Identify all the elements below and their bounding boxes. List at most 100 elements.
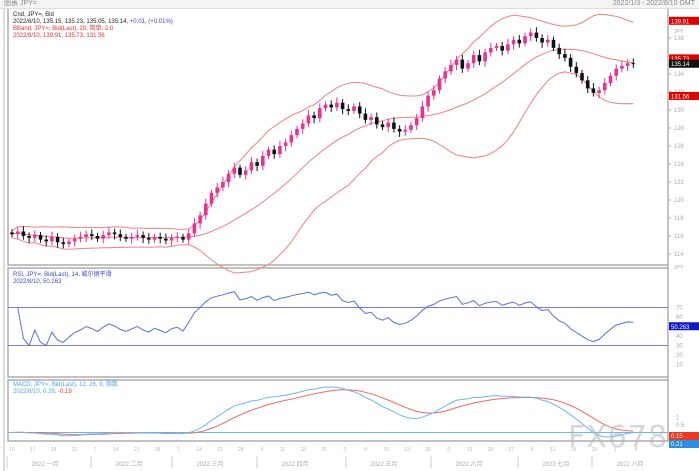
candle-body: [323, 104, 328, 109]
candle-body: [580, 73, 584, 81]
day-tick-label: 25: [321, 447, 327, 453]
candle-body: [546, 39, 550, 43]
candle-body: [631, 63, 636, 65]
candle-body: [329, 104, 333, 108]
day-tick-label: 7: [94, 447, 97, 453]
day-tick-label: 4: [531, 447, 534, 453]
candle-body: [449, 65, 453, 72]
day-tick-label: 9: [364, 447, 367, 453]
candle-body: [50, 236, 54, 242]
candle-body: [352, 106, 356, 111]
candle-body: [181, 236, 185, 240]
day-tick-label: 4: [260, 447, 263, 453]
candle-body: [84, 234, 88, 237]
candle-body: [420, 106, 425, 119]
rsi-tick-label: 60: [676, 315, 683, 321]
candle-body: [215, 187, 219, 193]
candle-body: [175, 236, 180, 238]
candle-body: [141, 235, 145, 238]
month-label: 2022 五月: [370, 461, 397, 468]
candle-body: [295, 128, 299, 136]
candle-body: [232, 167, 237, 174]
candle-body: [489, 47, 493, 53]
day-tick-label: 10: [9, 447, 15, 453]
candle-body: [147, 237, 151, 240]
candle-body: [466, 63, 470, 69]
candle-body: [403, 129, 408, 132]
day-tick-label: 31: [72, 447, 78, 453]
month-label: 2022 一月: [31, 461, 58, 468]
price-tick-label: 124: [674, 162, 685, 168]
price-tag-label: 139.91: [671, 19, 690, 25]
candle-body: [557, 47, 561, 55]
candle-body: [78, 236, 83, 239]
candle-body: [44, 239, 48, 242]
candle-body: [266, 149, 271, 156]
candle-body: [169, 237, 174, 241]
candle-body: [369, 117, 373, 120]
candle-body: [312, 115, 316, 119]
day-tick-label: 18: [300, 447, 306, 453]
candle-body: [243, 170, 248, 175]
candle-body: [101, 235, 105, 239]
macd-tag-label: 0.15: [671, 434, 683, 440]
price-tick-label: 114: [674, 252, 684, 258]
candle-body: [283, 142, 288, 146]
day-tick-label: 28: [238, 447, 244, 453]
price-tick-label: 118: [674, 216, 684, 222]
rsi-legend-values: 2022/8/10, 50.263: [13, 279, 62, 285]
candle-body: [460, 59, 465, 69]
candle-body: [471, 55, 476, 64]
candle-body: [21, 231, 26, 236]
price-tag-label: 131.56: [671, 94, 690, 100]
candle-body: [603, 83, 607, 91]
candle-body: [432, 90, 436, 96]
day-tick-label: 23: [404, 447, 410, 453]
candle-body: [300, 123, 305, 129]
candle-body: [340, 102, 345, 110]
candle-body: [454, 59, 459, 65]
candle-body: [10, 232, 14, 235]
price-tick-label: 128: [674, 126, 685, 132]
candle-body: [568, 57, 573, 67]
month-label: 2022 三月: [196, 461, 223, 468]
candle-body: [494, 46, 499, 48]
candle-body: [27, 236, 31, 238]
candle-body: [414, 118, 419, 126]
candle-body: [563, 54, 567, 58]
candle-body: [72, 238, 77, 242]
price-unit-label-bottom: JPY: [674, 265, 684, 271]
date-range: 2022/1/3 - 2022/8/10 GMT: [612, 0, 695, 7]
day-tick-label: 30: [425, 447, 431, 453]
candle-body: [397, 128, 402, 132]
rsi-tick-label: 40: [676, 334, 683, 340]
day-tick-label: 17: [30, 447, 36, 453]
candle-body: [204, 203, 208, 216]
candle-body: [591, 88, 596, 93]
rsi-legend-title: RSI, JPY=, Bid(Last), 14, 威尔德平滑: [13, 272, 112, 278]
candle-body: [380, 124, 385, 128]
candle-body: [500, 46, 504, 51]
price-tick-label: 126: [674, 144, 685, 150]
candle-body: [38, 235, 43, 240]
macd-tick-label: 1: [676, 415, 680, 421]
candle-body: [55, 236, 60, 243]
candle-body: [625, 63, 630, 66]
rsi-tick-label: 20: [676, 353, 683, 359]
day-tick-label: 20: [488, 447, 494, 453]
candle-body: [255, 162, 259, 166]
price-tick-label: 138: [674, 36, 685, 42]
candle-body: [392, 122, 396, 129]
candle-body: [375, 117, 379, 125]
candle-body: [426, 95, 430, 107]
candle-body: [124, 236, 128, 239]
chart-canvas[interactable]: 138136134132130128126124122120118116114J…: [0, 0, 699, 471]
month-label: 2022 二月: [115, 461, 142, 468]
rsi-tick-label: 30: [676, 344, 683, 350]
candle-body: [272, 149, 276, 155]
candle-body: [33, 235, 37, 238]
price-tick-label: 134: [674, 72, 685, 78]
candle-body: [534, 32, 539, 38]
main-legend-title: Cnd, JPY=, Bid: [13, 12, 54, 18]
candle-body: [585, 80, 590, 89]
